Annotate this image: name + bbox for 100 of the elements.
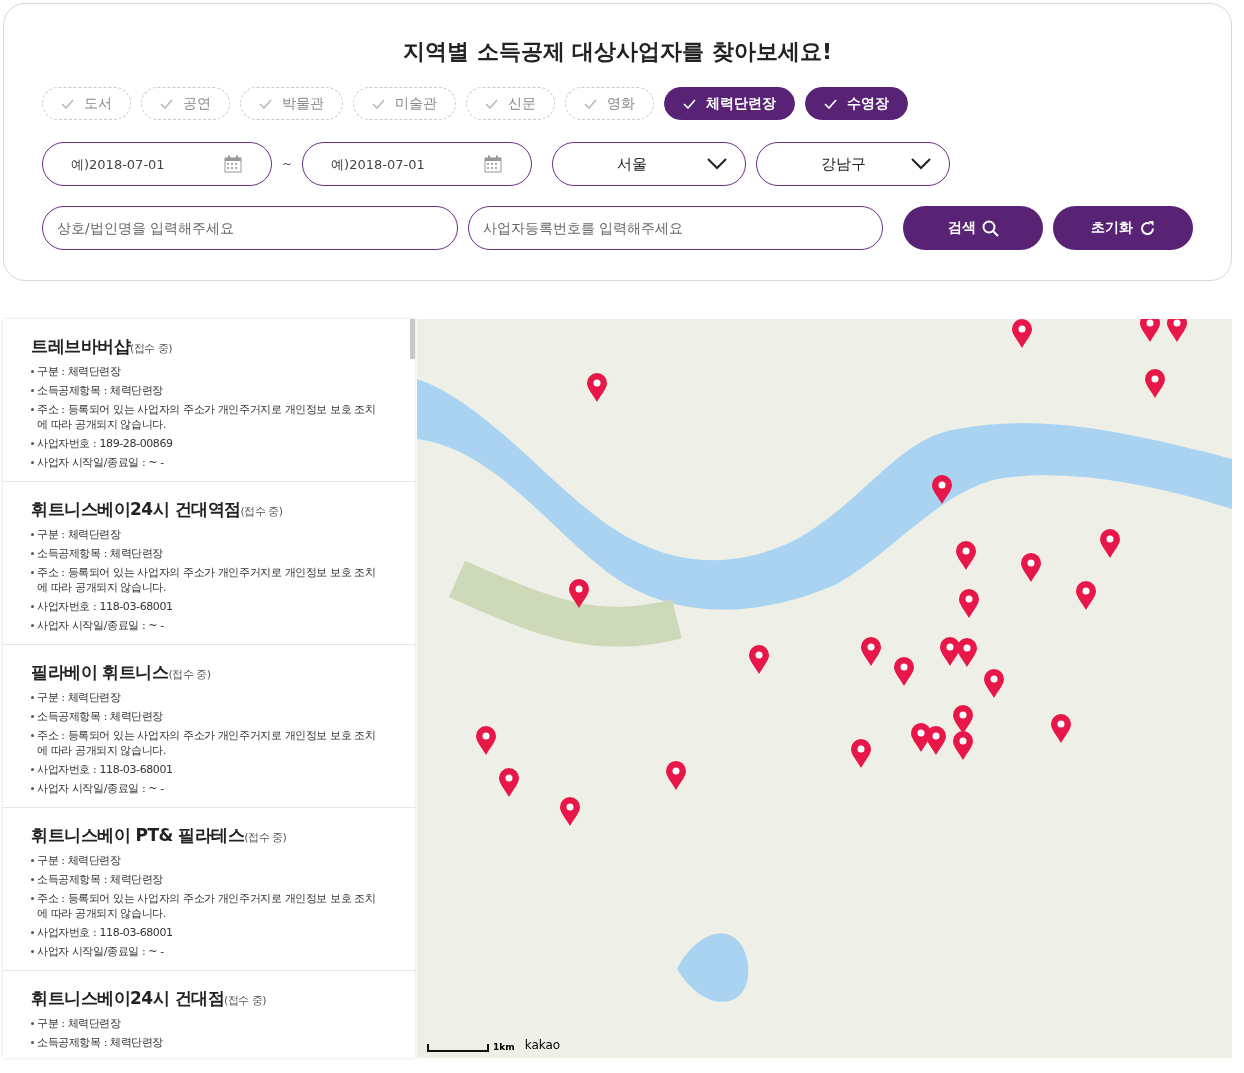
map-pin-icon[interactable] xyxy=(1166,319,1188,343)
bullet-icon xyxy=(31,897,34,900)
bullet-icon xyxy=(31,787,34,790)
end-date-field[interactable]: 예)2018-07-01 xyxy=(302,142,533,186)
map-pin-icon[interactable] xyxy=(475,726,497,756)
business-name: 필라베이 휘트니스(접수 중) xyxy=(31,661,212,684)
map-pin-icon[interactable] xyxy=(586,373,608,403)
registration-number-field[interactable]: 사업자등록번호를 입력해주세요 xyxy=(467,206,884,250)
map-pin-icon[interactable] xyxy=(1011,319,1033,349)
date-separator: ~ xyxy=(282,157,293,171)
chevron-down-icon xyxy=(911,158,932,170)
bullet-icon xyxy=(31,859,34,862)
bullet-icon xyxy=(31,389,34,392)
map-pin-icon[interactable] xyxy=(850,739,872,769)
detail-text: 사업자번호 : 118-03-68001 xyxy=(37,762,173,777)
check-icon xyxy=(824,98,837,109)
result-item[interactable]: 휘트니스베이 PT& 필라테스(접수 중) 구분 : 체력단련장 소득공제항목 : 체력단련장 주소 : 등록되어 있는 사업자의 주소가 개인주거지로 개인정보 보호 조치에 따라 공개되지 않습니다. 사업자번호 : 118-03-68001 사업자 시작일/종료일 : ~ - xyxy=(3,808,415,971)
bullet-icon xyxy=(31,533,34,536)
detail-text: 사업자 시작일/종료일 : ~ - xyxy=(37,618,164,633)
detail-text: 소득공제항목 : 체력단련장 xyxy=(37,546,164,561)
map-pin-icon[interactable] xyxy=(1050,714,1072,744)
calendar-icon xyxy=(484,155,503,173)
bullet-icon xyxy=(31,442,34,445)
detail-text: 소득공제항목 : 체력단련장 xyxy=(37,383,164,398)
result-item[interactable]: 필라베이 휘트니스(접수 중) 구분 : 체력단련장 소득공제항목 : 체력단련장 주소 : 등록되어 있는 사업자의 주소가 개인주거지로 개인정보 보호 조치에 따라 공개되지 않습니다. 사업자번호 : 118-03-68001 사업자 시작일/종료일 : ~ - xyxy=(3,645,415,808)
check-icon xyxy=(485,98,498,109)
detail-text: 구분 : 체력단련장 xyxy=(37,527,121,542)
category-filter[interactable]: 미술관 xyxy=(353,87,456,120)
business-name: 휘트니스베이24시 건대역점(접수 중) xyxy=(31,498,284,521)
map-pin-icon[interactable] xyxy=(748,645,770,675)
map-pin-icon[interactable] xyxy=(568,579,590,609)
calendar-icon xyxy=(224,155,242,173)
detail-text: 구분 : 체력단련장 xyxy=(37,853,121,868)
map-pin-icon[interactable] xyxy=(1144,369,1166,399)
map-pin-icon[interactable] xyxy=(1075,581,1097,611)
map-pin-icon[interactable] xyxy=(983,669,1005,699)
business-name-field[interactable]: 상호/법인명을 입력해주세요 xyxy=(42,206,458,250)
map-pin-icon[interactable] xyxy=(1099,529,1121,559)
refresh-icon xyxy=(1138,219,1156,237)
scrollbar-thumb[interactable] xyxy=(410,319,415,359)
search-button[interactable]: 검색 xyxy=(903,206,1044,250)
detail-text: 주소 : 등록되어 있는 사업자의 주소가 개인주거지로 개인정보 보호 조치에 따라 공개되지 않습니다. xyxy=(37,402,377,432)
detail-text: 구분 : 체력단련장 xyxy=(37,364,121,379)
check-icon xyxy=(160,98,173,109)
scale-label: 1km xyxy=(493,1042,515,1052)
bullet-icon xyxy=(31,624,34,627)
bullet-icon xyxy=(31,715,34,718)
map-pin-icon[interactable] xyxy=(860,637,882,667)
category-filter[interactable]: 영화 xyxy=(565,87,654,120)
map-pin-icon[interactable] xyxy=(952,731,974,761)
category-filter[interactable]: 신문 xyxy=(466,87,555,120)
bullet-icon xyxy=(31,571,34,574)
map-pin-icon[interactable] xyxy=(1139,319,1161,343)
search-icon xyxy=(981,219,999,237)
scale-bar-icon xyxy=(427,1044,489,1052)
detail-text: 사업자 시작일/종료일 : ~ - xyxy=(37,455,164,470)
map-pin-icon[interactable] xyxy=(958,589,980,619)
bullet-icon xyxy=(31,734,34,737)
map-pin-icon[interactable] xyxy=(955,541,977,571)
detail-text: 주소 : 등록되어 있는 사업자의 주소가 개인주거지로 개인정보 보호 조치에 따라 공개되지 않습니다. xyxy=(37,891,377,921)
detail-text: 사업자번호 : 118-03-68001 xyxy=(37,925,173,940)
bullet-icon xyxy=(31,878,34,881)
bullet-icon xyxy=(31,605,34,608)
map-pin-icon[interactable] xyxy=(925,726,947,756)
category-filter[interactable]: 체력단련장 xyxy=(664,87,795,120)
bullet-icon xyxy=(31,552,34,555)
detail-text: 구분 : 체력단련장 xyxy=(37,1016,121,1031)
detail-text: 사업자번호 : 189-28-00869 xyxy=(37,436,173,451)
check-icon xyxy=(372,98,385,109)
check-icon xyxy=(61,98,74,109)
category-filter[interactable]: 박물관 xyxy=(240,87,343,120)
business-name: 트레브바버샵(접수 중) xyxy=(31,335,174,358)
map-pin-icon[interactable] xyxy=(665,761,687,791)
business-name: 휘트니스베이 PT& 필라테스(접수 중) xyxy=(31,824,288,847)
map-pin-icon[interactable] xyxy=(956,638,978,668)
detail-text: 사업자 시작일/종료일 : ~ - xyxy=(37,944,164,959)
category-filter[interactable]: 공연 xyxy=(141,87,230,120)
category-filter[interactable]: 수영장 xyxy=(805,87,908,120)
detail-text: 사업자 시작일/종료일 : ~ - xyxy=(37,781,164,796)
map-pin-icon[interactable] xyxy=(893,657,915,687)
detail-text: 소득공제항목 : 체력단련장 xyxy=(37,872,164,887)
result-item[interactable]: 휘트니스베이24시 건대역점(접수 중) 구분 : 체력단련장 소득공제항목 : 체력단련장 주소 : 등록되어 있는 사업자의 주소가 개인주거지로 개인정보 보호 조치에 따라 공개되지 않습니다. 사업자번호 : 118-03-68001 사업자 시작일/종료일 : ~ - xyxy=(3,482,415,645)
map-pin-icon[interactable] xyxy=(931,475,953,505)
bullet-icon xyxy=(31,931,34,934)
chevron-down-icon xyxy=(707,158,728,170)
bullet-icon xyxy=(31,461,34,464)
start-date-field[interactable]: 예)2018-07-01 xyxy=(42,142,272,186)
reset-button[interactable]: 초기화 xyxy=(1053,206,1193,250)
map-logo: kakao xyxy=(524,1038,561,1052)
map-pin-icon[interactable] xyxy=(939,637,961,667)
map-pin-icon[interactable] xyxy=(498,768,520,798)
bullet-icon xyxy=(31,768,34,771)
detail-text: 주소 : 등록되어 있는 사업자의 주소가 개인주거지로 개인정보 보호 조치에 따라 공개되지 않습니다. xyxy=(37,728,377,758)
result-item[interactable]: 휘트니스베이24시 건대점(접수 중) 구분 : 체력단련장 소득공제항목 : 체력단련장 xyxy=(3,971,415,1058)
page-title: 지역별 소득공제 대상사업자를 찾아보세요! xyxy=(402,38,833,66)
category-filter[interactable]: 도서 xyxy=(42,87,131,120)
business-name: 휘트니스베이24시 건대점(접수 중) xyxy=(31,987,268,1010)
map-pin-icon[interactable] xyxy=(1020,553,1042,583)
map-pin-icon[interactable] xyxy=(559,797,581,827)
bullet-icon xyxy=(31,1041,34,1044)
